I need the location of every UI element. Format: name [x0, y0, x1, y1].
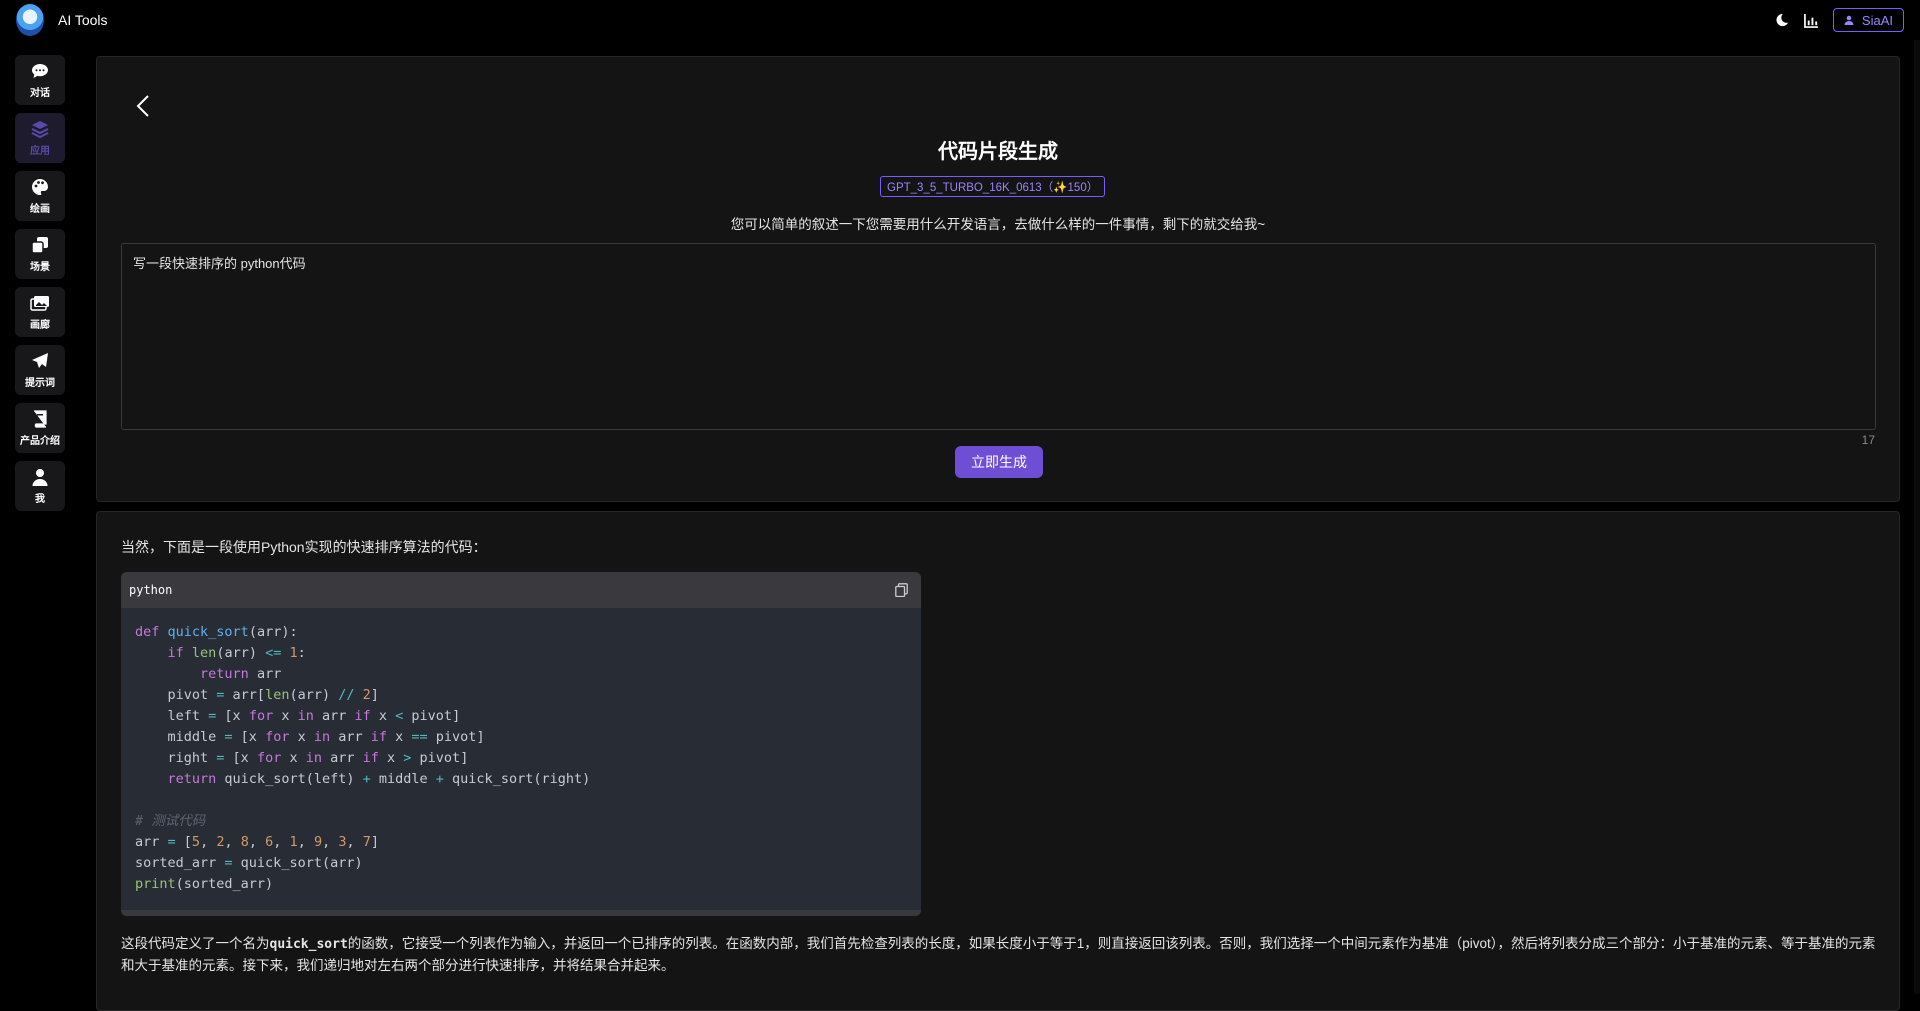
user-button[interactable]: SiaAI	[1832, 8, 1904, 32]
chart-icon[interactable]	[1803, 11, 1821, 29]
sidebar-item-prompts[interactable]: 提示词	[15, 345, 65, 395]
code-line: def quick_sort(arr):	[135, 624, 298, 640]
code-line: print(sorted_arr)	[135, 876, 274, 892]
images-icon	[30, 294, 50, 312]
code-line: sorted_arr = quick_sort(arr)	[135, 855, 363, 871]
code-header: python	[121, 572, 921, 608]
code-language: python	[129, 583, 173, 597]
description: 您可以简单的叙述一下您需要用什么开发语言，去做什么样的一件事情，剩下的就交给我~	[730, 217, 1266, 232]
explanation-part: 这段代码定义了一个名为	[121, 936, 270, 951]
model-badge[interactable]: GPT_3_5_TURBO_16K_0613（✨150）	[880, 176, 1106, 197]
char-count: 17	[1861, 433, 1875, 447]
user-icon	[30, 468, 50, 486]
sidebar-item-label: 产品介绍	[20, 435, 60, 447]
moon-icon[interactable]	[1773, 11, 1791, 29]
sidebar-item-gallery[interactable]: 画廊	[15, 287, 65, 337]
generator-card: 代码片段生成 GPT_3_5_TURBO_16K_0613（✨150） 您可以简…	[96, 56, 1900, 502]
sidebar-item-drawing[interactable]: 绘画	[15, 171, 65, 221]
sidebar-item-label: 对话	[30, 87, 50, 99]
sidebar-item-label: 我	[35, 493, 45, 505]
user-icon	[1844, 13, 1854, 28]
code-line: left = [x for x in arr if x < pivot]	[135, 708, 461, 724]
code-line: right = [x for x in arr if x > pivot]	[135, 750, 469, 766]
result-card: 当然，下面是一段使用Python实现的快速排序算法的代码： python def…	[96, 511, 1900, 1011]
sidebar-item-apps[interactable]: 应用	[15, 113, 65, 163]
user-name: SiaAI	[1861, 12, 1893, 28]
explanation-part: 的函数，它接受一个列表作为输入，并返回一个已排序的列表。在函数内部，我们首先检查…	[121, 936, 1876, 973]
top-right-actions: SiaAI	[1773, 8, 1904, 32]
sidebar-item-product-intro[interactable]: 产品介绍	[15, 403, 65, 453]
code-line: if len(arr) <= 1:	[167, 645, 306, 661]
sidebar-item-me[interactable]: 我	[15, 461, 65, 511]
book-icon	[30, 409, 50, 428]
code-line: # 测试代码	[135, 813, 206, 829]
generate-button[interactable]: 立即生成	[955, 446, 1043, 478]
sidebar-item-label: 提示词	[25, 377, 55, 389]
explanation-code: quick_sort	[269, 937, 348, 952]
sidebar-item-label: 画廊	[30, 319, 50, 331]
code-block: python def quick_sort(arr): if len(arr) …	[121, 572, 921, 916]
app-title: AI Tools	[58, 12, 108, 28]
chevron-left-icon	[136, 94, 150, 123]
sidebar: 对话 应用 绘画 场景 画廊 提示词 产品介绍 我	[15, 55, 65, 519]
chat-icon	[30, 62, 50, 80]
back-button[interactable]	[133, 93, 153, 123]
page-title: 代码片段生成	[938, 141, 1058, 163]
code-line: middle = [x for x in arr if x == pivot]	[135, 729, 485, 745]
send-icon	[30, 352, 50, 370]
code-line: return arr	[200, 666, 282, 682]
sidebar-item-chat[interactable]: 对话	[15, 55, 65, 105]
code-content: def quick_sort(arr): if len(arr) <= 1: r…	[121, 608, 921, 909]
palette-icon	[30, 178, 50, 196]
code-scrollbar[interactable]	[121, 910, 921, 916]
sidebar-item-label: 应用	[30, 145, 50, 157]
top-bar: AI Tools SiaAI	[0, 0, 1920, 40]
sidebar-item-label: 绘画	[30, 203, 50, 215]
sidebar-item-scenes[interactable]: 场景	[15, 229, 65, 279]
code-line: arr = [5, 2, 8, 6, 1, 9, 3, 7]	[135, 834, 380, 850]
copy-icon[interactable]	[893, 582, 909, 598]
layers-icon	[30, 120, 50, 138]
app-logo	[16, 4, 44, 36]
page-scrollbar[interactable]	[1914, 40, 1920, 994]
sidebar-item-label: 场景	[30, 261, 50, 273]
prompt-input[interactable]	[121, 243, 1876, 430]
clone-icon	[30, 236, 50, 254]
code-line: return quick_sort(left) + middle + quick…	[167, 771, 591, 787]
code-line: pivot = arr[len(arr) // 2]	[135, 687, 379, 703]
result-intro: 当然，下面是一段使用Python实现的快速排序算法的代码：	[121, 539, 487, 555]
explanation-text: 这段代码定义了一个名为quick_sort的函数，它接受一个列表作为输入，并返回…	[121, 933, 1876, 976]
